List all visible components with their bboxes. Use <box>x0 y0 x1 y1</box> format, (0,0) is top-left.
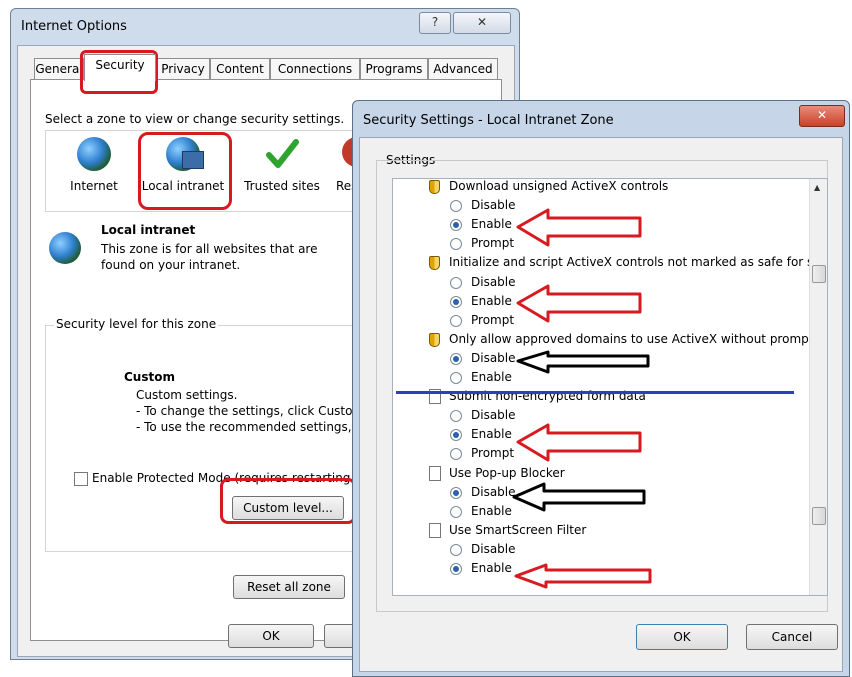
black-arrow-icon <box>512 482 646 512</box>
red-arrow-icon <box>516 208 642 247</box>
red-arrow-icon <box>516 423 642 462</box>
annotation-arrows <box>512 208 652 589</box>
red-arrow-icon <box>516 284 642 323</box>
tab-security[interactable]: Security <box>84 54 156 81</box>
black-arrow-icon <box>516 350 650 374</box>
red-arrow-icon <box>514 563 652 589</box>
